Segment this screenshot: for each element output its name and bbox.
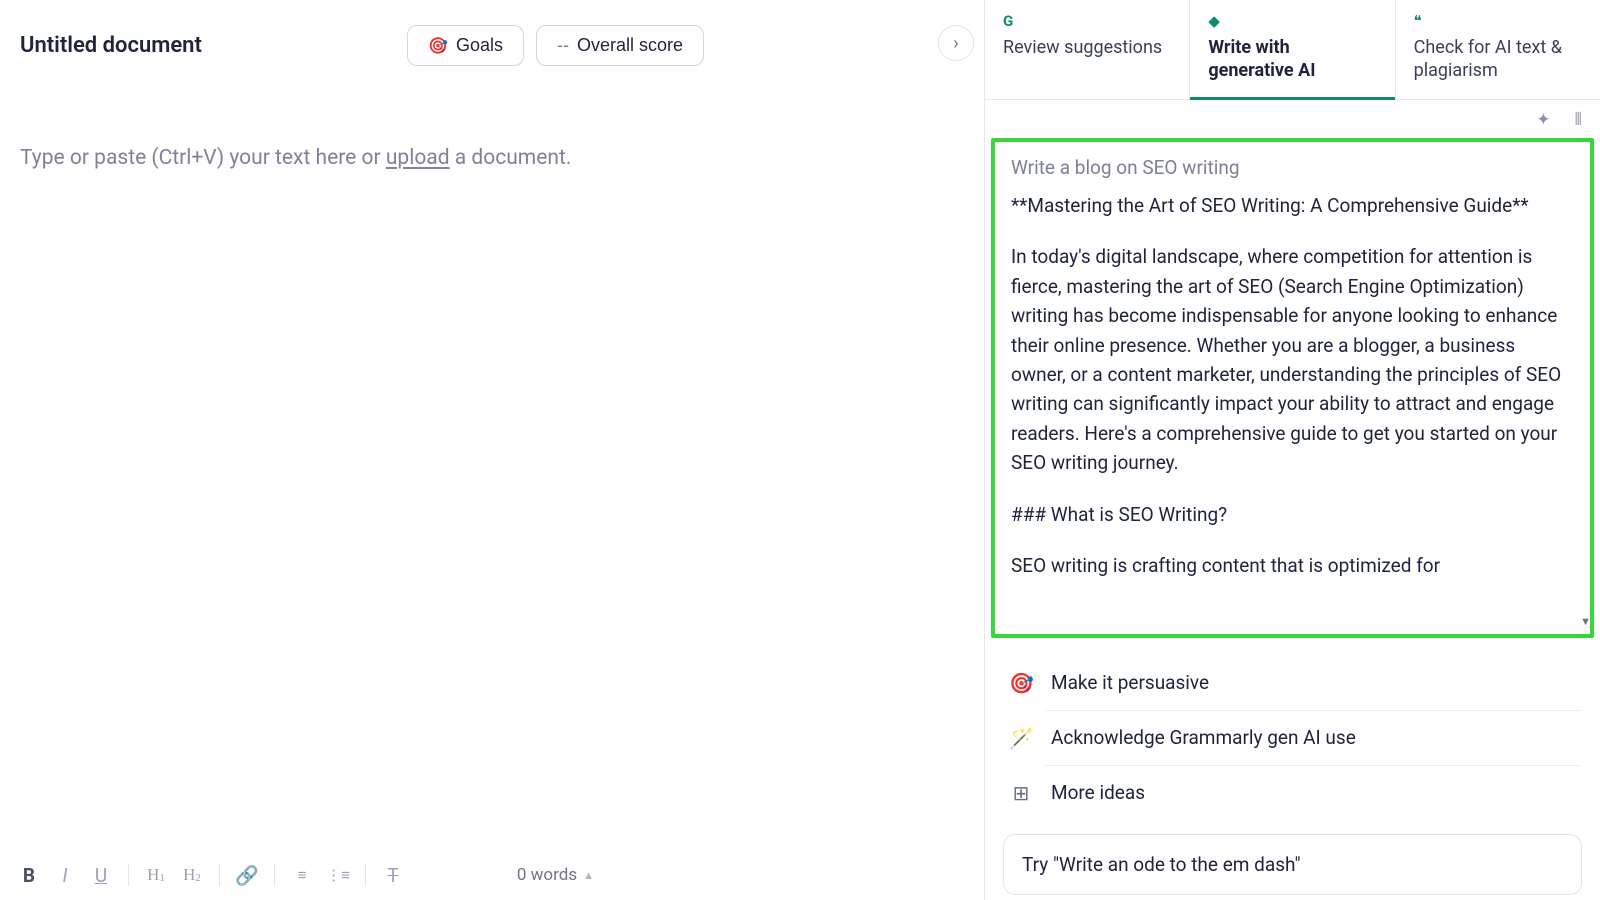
heading2-button[interactable]: H2: [175, 858, 209, 892]
quote-icon: ❝: [1414, 12, 1582, 30]
clear-format-icon: T: [387, 864, 398, 887]
clear-formatting-button[interactable]: T: [376, 858, 410, 892]
tab-review-suggestions[interactable]: G Review suggestions: [985, 0, 1190, 99]
ai-paragraph: In today's digital landscape, where comp…: [1011, 242, 1574, 478]
ai-heading: ### What is SEO Writing?: [1011, 500, 1574, 529]
word-count[interactable]: 0 words ▲: [517, 865, 594, 885]
link-icon: 🔗: [235, 864, 259, 887]
header: Untitled document 🎯 Goals -- Overall sco…: [0, 0, 984, 76]
sparkle-icon[interactable]: ✦: [1536, 110, 1550, 130]
ai-paragraph: SEO writing is crafting content that is …: [1011, 551, 1574, 580]
chevron-right-icon: ›: [953, 33, 958, 54]
toolbar-separator: [219, 864, 220, 886]
action-make-persuasive[interactable]: 🎯 Make it persuasive: [1005, 656, 1580, 710]
heading1-button[interactable]: H1: [139, 858, 173, 892]
link-button[interactable]: 🔗: [230, 858, 264, 892]
panel-tabs: G Review suggestions ◆ Write with genera…: [985, 0, 1600, 100]
toolbar-separator: [128, 864, 129, 886]
score-label: Overall score: [577, 35, 683, 56]
toolbar-separator: [274, 864, 275, 886]
ai-title-line: **Mastering the Art of SEO Writing: A Co…: [1011, 191, 1574, 220]
action-label: Make it persuasive: [1051, 671, 1209, 694]
scroll-down-indicator[interactable]: ▼: [1580, 615, 1591, 628]
assistant-panel: G Review suggestions ◆ Write with genera…: [984, 0, 1600, 900]
underline-button[interactable]: U: [84, 858, 118, 892]
action-acknowledge-ai[interactable]: 🪄 Acknowledge Grammarly gen AI use: [1005, 711, 1580, 765]
overall-score-button[interactable]: -- Overall score: [536, 25, 704, 66]
voice-icon[interactable]: ⦀: [1575, 110, 1582, 130]
header-buttons: 🎯 Goals -- Overall score: [407, 25, 704, 66]
action-label: More ideas: [1051, 781, 1145, 804]
action-more-ideas[interactable]: ⊞ More ideas: [1005, 766, 1580, 820]
ai-action-list: 🎯 Make it persuasive 🪄 Acknowledge Gramm…: [991, 656, 1594, 820]
target-icon: 🎯: [428, 36, 448, 56]
bold-button[interactable]: B: [12, 858, 46, 892]
ai-prompt-text[interactable]: Write a blog on SEO writing: [1011, 156, 1574, 179]
ai-generated-content[interactable]: **Mastering the Art of SEO Writing: A Co…: [1011, 191, 1574, 581]
ordered-list-icon: ≡: [298, 866, 307, 884]
action-label: Acknowledge Grammarly gen AI use: [1051, 726, 1356, 749]
tab-write-generative-ai[interactable]: ◆ Write with generative AI: [1190, 0, 1395, 99]
prompt-suggestion-card[interactable]: Try "Write an ode to the em dash": [1003, 834, 1582, 895]
placeholder-text-suffix: a document.: [450, 146, 572, 170]
goals-label: Goals: [456, 35, 503, 56]
upload-link[interactable]: upload: [386, 146, 450, 170]
tab-check-ai-plagiarism[interactable]: ❝ Check for AI text & plagiarism: [1396, 0, 1600, 99]
placeholder-text-prefix: Type or paste (Ctrl+V) your text here or: [20, 146, 386, 170]
tab-label: Check for AI text & plagiarism: [1414, 36, 1582, 83]
grammarly-icon: G: [1003, 12, 1171, 30]
document-title[interactable]: Untitled document: [20, 33, 391, 58]
collapse-panel-button[interactable]: ›: [938, 25, 974, 61]
score-value: --: [557, 35, 569, 56]
caret-up-icon: ▲: [583, 869, 594, 882]
ai-output-card: Write a blog on SEO writing **Mastering …: [991, 138, 1594, 638]
grid-plus-icon: ⊞: [1009, 781, 1033, 805]
unordered-list-button[interactable]: ⋮≡: [321, 858, 355, 892]
pencil-sparkle-icon: 🪄: [1009, 726, 1033, 750]
editor-pane: Untitled document 🎯 Goals -- Overall sco…: [0, 0, 984, 900]
tab-label: Review suggestions: [1003, 36, 1171, 59]
toolbar-separator: [365, 864, 366, 886]
editor-body[interactable]: Type or paste (Ctrl+V) your text here or…: [0, 76, 984, 190]
formatting-toolbar: B I U H1 H2 🔗 ≡ ⋮≡ T 0 words ▲: [0, 858, 984, 900]
prompt-suggestion-text: Try "Write an ode to the em dash": [1022, 853, 1301, 876]
tab-label: Write with generative AI: [1208, 36, 1376, 83]
unordered-list-icon: ⋮≡: [326, 866, 350, 884]
italic-button[interactable]: I: [48, 858, 82, 892]
ordered-list-button[interactable]: ≡: [285, 858, 319, 892]
panel-action-icons: ✦ ⦀: [985, 100, 1600, 134]
word-count-label: 0 words: [517, 865, 577, 885]
goals-button[interactable]: 🎯 Goals: [407, 25, 524, 66]
target-icon: 🎯: [1009, 671, 1033, 695]
ai-diamond-icon: ◆: [1208, 12, 1376, 30]
